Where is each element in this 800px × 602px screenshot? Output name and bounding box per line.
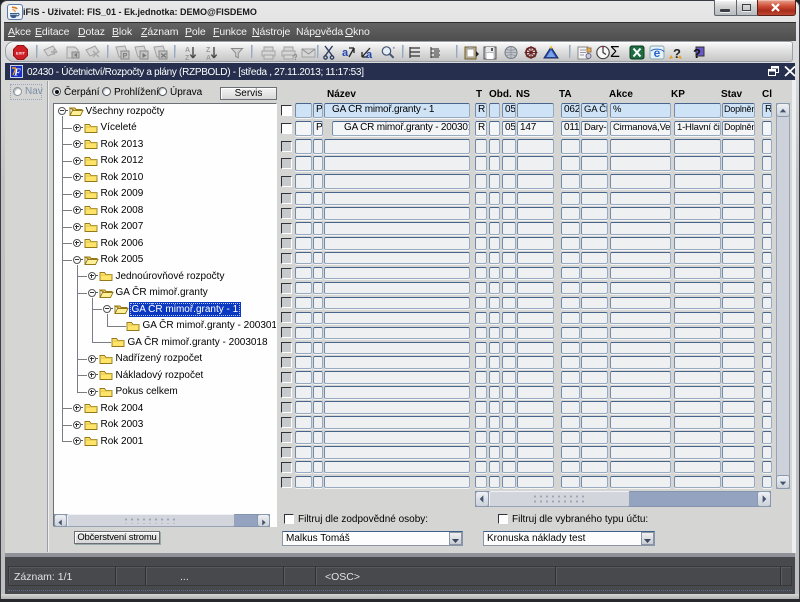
svg-text:Z: Z — [206, 47, 211, 54]
svg-text:?: ? — [693, 46, 701, 60]
svg-text:e: e — [654, 46, 661, 60]
svg-text:a: a — [342, 47, 349, 59]
svg-text:?: ? — [293, 53, 297, 60]
svg-text:P: P — [123, 53, 128, 60]
svg-text:A: A — [185, 47, 190, 54]
svg-text:EXIT: EXIT — [16, 51, 26, 56]
svg-text:A: A — [206, 55, 211, 60]
svg-text:Z: Z — [185, 55, 190, 60]
